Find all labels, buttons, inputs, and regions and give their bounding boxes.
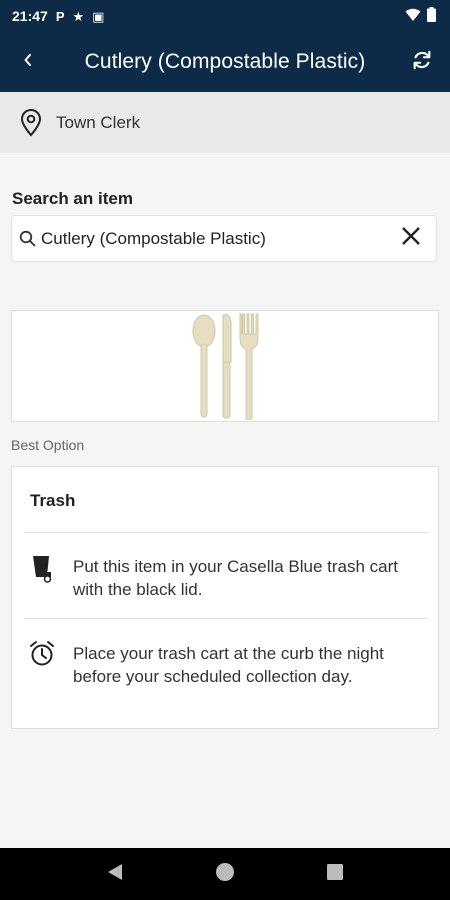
back-triangle-icon [107,863,123,886]
best-option-label: Best Option [11,437,85,453]
chevron-left-icon [23,53,33,72]
option-card: Trash Put this item in your Casella Blue… [11,466,439,729]
location-label: Town Clerk [56,112,141,132]
trash-cart-icon [28,555,56,585]
divider [24,532,428,533]
location-pin-icon [18,108,44,138]
instruction-text: Place your trash cart at the curb the ni… [73,644,384,686]
status-time: 21:47 [12,8,48,24]
app-bar: Cutlery (Compostable Plastic) [0,32,450,92]
search-input[interactable] [41,228,386,249]
location-row[interactable]: Town Clerk [0,92,450,153]
search-heading: Search an item [12,189,133,208]
item-image-card [11,310,439,422]
refresh-icon [411,49,433,76]
nav-home-button[interactable] [205,854,245,894]
home-circle-icon [215,862,235,887]
battery-icon [427,7,436,25]
option-title: Trash [30,491,76,510]
star-icon: ★ [72,8,85,24]
page-title: Cutlery (Compostable Plastic) [84,50,366,73]
nav-recents-button[interactable] [315,854,355,894]
search-icon [19,230,37,248]
status-left: 21:47 P ★ ▣ [0,8,104,24]
status-right [405,7,450,25]
search-box[interactable] [11,215,437,262]
back-button[interactable] [0,32,56,92]
refresh-button[interactable] [394,32,450,92]
recents-square-icon [327,863,343,885]
system-nav-bar [0,848,450,900]
wifi-icon [405,8,421,25]
parking-icon: P [55,8,65,24]
nav-back-button[interactable] [95,854,135,894]
divider [24,618,428,619]
alarm-clock-icon [28,640,56,670]
close-icon [401,226,421,251]
status-bar: 21:47 P ★ ▣ [0,0,450,32]
clear-search-button[interactable] [386,216,436,261]
instruction-text: Put this item in your Casella Blue trash… [73,557,399,599]
sim-icon: ▣ [92,8,105,24]
cutlery-image [192,313,259,420]
